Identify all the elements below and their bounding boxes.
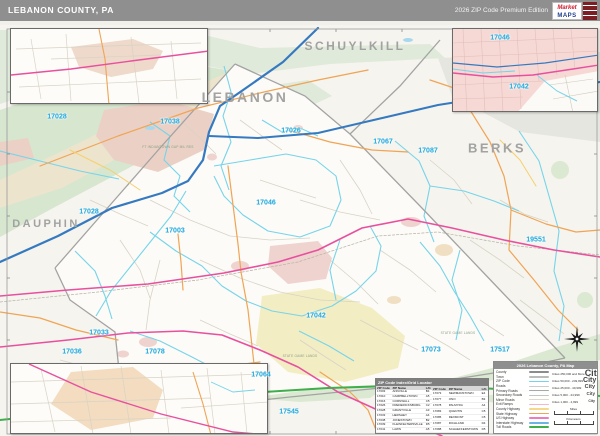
table-row: 17517DENVERE5 bbox=[432, 432, 488, 433]
legend-item-toll-roads: Toll Roads bbox=[496, 425, 552, 430]
inset-map-palmyra bbox=[10, 363, 268, 434]
legend-city-item: Cities 50,000 - 249,999 City bbox=[552, 377, 597, 384]
map-legend: 2026 Lebanon County, PA Map County Town ZI… bbox=[493, 361, 598, 434]
legend-title: 2026 Lebanon County, PA Map bbox=[494, 362, 597, 369]
logo-wordmark: Market MAPS bbox=[552, 1, 582, 20]
zip-table-title: ZIP Code Index/Grid Locator bbox=[376, 379, 488, 386]
legend-city-item: Cities 25,000 - 49,999 City bbox=[552, 383, 595, 390]
map-title: LEBANON COUNTY, PA bbox=[8, 5, 115, 15]
logo-badge bbox=[583, 1, 597, 20]
marketmaps-logo: Market MAPS bbox=[552, 1, 598, 20]
legend-city-item: Cities 250,000 and MoreCity bbox=[552, 368, 597, 378]
legend-city-item: Cities 1,000 - 4,999 City bbox=[552, 398, 595, 404]
legend-city-item: Cities 5,000 - 24,999 City bbox=[552, 391, 595, 397]
map-poster: LEBANON COUNTY, PA 2026 ZIP Code Premium… bbox=[0, 0, 600, 436]
title-bar: LEBANON COUNTY, PA 2026 ZIP Code Premium… bbox=[0, 0, 600, 21]
inset-map-northwest bbox=[10, 28, 208, 104]
edition-label: 2026 ZIP Code Premium Edition bbox=[454, 7, 548, 14]
map-canvas[interactable]: FT INDIANTOWN GAP MIL RES STATE GAME LAND… bbox=[0, 0, 600, 436]
zip-table-column: ZIP Code ZIP Name L/G 17003 ANNVILLE B4 17010 C… bbox=[376, 386, 432, 433]
scale-bar-kilometers: Kilometers bbox=[552, 417, 595, 425]
scale-bar-miles: Miles bbox=[552, 407, 595, 415]
inset-map-lebanon-city bbox=[452, 28, 598, 112]
zip-table-column: ZIP Code ZIP Name L/G 17073 NEWMANSTOWN E4 170… bbox=[432, 386, 488, 433]
table-row: 17042 LEBANON C4 bbox=[376, 432, 432, 433]
legend-line-items: County Town ZIP Code Roads Primary Roads Seco… bbox=[496, 370, 552, 430]
legend-city-items: Cities 250,000 and MoreCityCities 50,000… bbox=[552, 368, 597, 430]
zip-index-table: ZIP Code Index/Grid Locator ZIP Code ZIP … bbox=[375, 378, 489, 434]
